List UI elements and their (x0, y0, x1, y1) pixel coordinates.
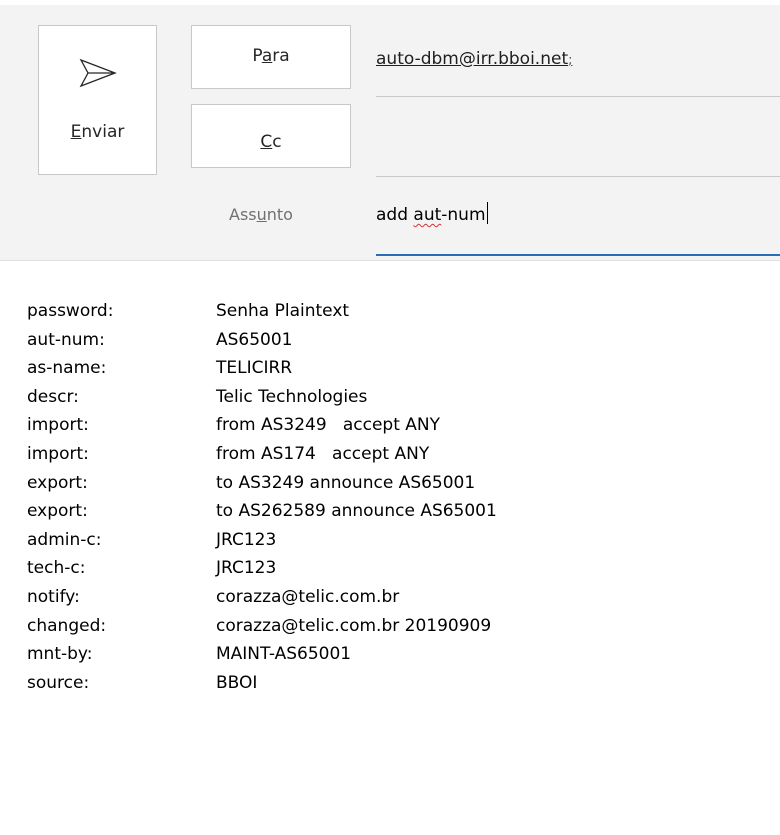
attribute-value: Senha Plaintext (216, 301, 350, 321)
attribute-key: descr: (27, 386, 79, 407)
subject-focus-underline (376, 254, 780, 256)
message-body[interactable]: password: Senha Plaintext aut-num: AS65001 a… (0, 262, 780, 835)
text-caret (486, 202, 489, 224)
send-label-rest: nviar (81, 122, 125, 142)
to-field[interactable]: auto-dbm@irr.bboi.net; (376, 49, 573, 69)
attribute-value: to AS3249 announce AS65001 (216, 472, 476, 493)
attribute-value: corazza@telic.com.br (216, 587, 400, 607)
attribute-value: BBOI (216, 672, 258, 693)
attribute-key: mnt-by: (27, 644, 93, 665)
attribute-value: MAINT-AS65001 (216, 644, 352, 665)
attribute-key: password: (27, 301, 114, 321)
attribute-value: from AS3249 accept ANY (216, 415, 441, 436)
subject-mnemonic: u (256, 205, 267, 224)
subject-label-start: Ass (229, 205, 257, 224)
header-top-strip (0, 0, 780, 5)
attribute-key: source: (27, 672, 90, 693)
to-field-underline (376, 96, 780, 97)
cc-mnemonic: C (260, 132, 273, 152)
subject-prefix: add (376, 205, 414, 225)
attribute-value: JRC123 (216, 558, 277, 579)
to-label-rest: ra (272, 46, 290, 66)
attribute-value: corazza@telic.com.br 20190909 (216, 615, 492, 636)
attribute-value: TELICIRR (216, 358, 293, 379)
cc-field[interactable] (376, 118, 776, 168)
send-button[interactable]: Enviar (38, 25, 157, 175)
send-mnemonic: E (70, 122, 82, 142)
to-separator: ; (568, 53, 573, 68)
attribute-key: export: (27, 501, 88, 522)
attribute-key: import: (27, 444, 89, 464)
attribute-key: as-name: (27, 358, 107, 379)
attribute-key: notify: (27, 587, 80, 607)
attribute-key: export: (27, 472, 88, 493)
compose-header: Enviar Para Cc auto-dbm@irr.bboi.net; As… (0, 0, 780, 261)
attribute-key: tech-c: (27, 558, 86, 579)
attribute-key: changed: (27, 615, 107, 636)
subject-label-rest: nto (266, 205, 293, 224)
subject-input[interactable]: add aut-num (376, 202, 489, 225)
to-mnemonic: a (261, 46, 273, 66)
cc-label-rest: c (272, 132, 282, 152)
cc-field-underline (376, 176, 780, 177)
to-label-p: P (252, 46, 262, 66)
to-button[interactable]: Para (191, 25, 351, 89)
subject-label: Assunto (229, 205, 293, 224)
attribute-value: from AS174 accept ANY (216, 444, 430, 464)
attribute-value: Telic Technologies (216, 386, 368, 407)
attribute-value: JRC123 (216, 529, 277, 550)
subject-suffix: -num (441, 205, 486, 225)
attribute-key: aut-num: (27, 329, 105, 350)
cc-button[interactable]: Cc (191, 104, 351, 168)
send-button-label: Enviar (39, 122, 156, 142)
subject-misspelled-word: aut (413, 205, 442, 225)
to-recipient-address[interactable]: auto-dbm@irr.bboi.net (376, 49, 568, 69)
attribute-key: admin-c: (27, 529, 102, 550)
send-arrow-icon (79, 58, 117, 88)
attribute-value: AS65001 (216, 329, 293, 350)
attribute-value: to AS262589 announce AS65001 (216, 501, 497, 522)
attribute-key: import: (27, 415, 89, 436)
